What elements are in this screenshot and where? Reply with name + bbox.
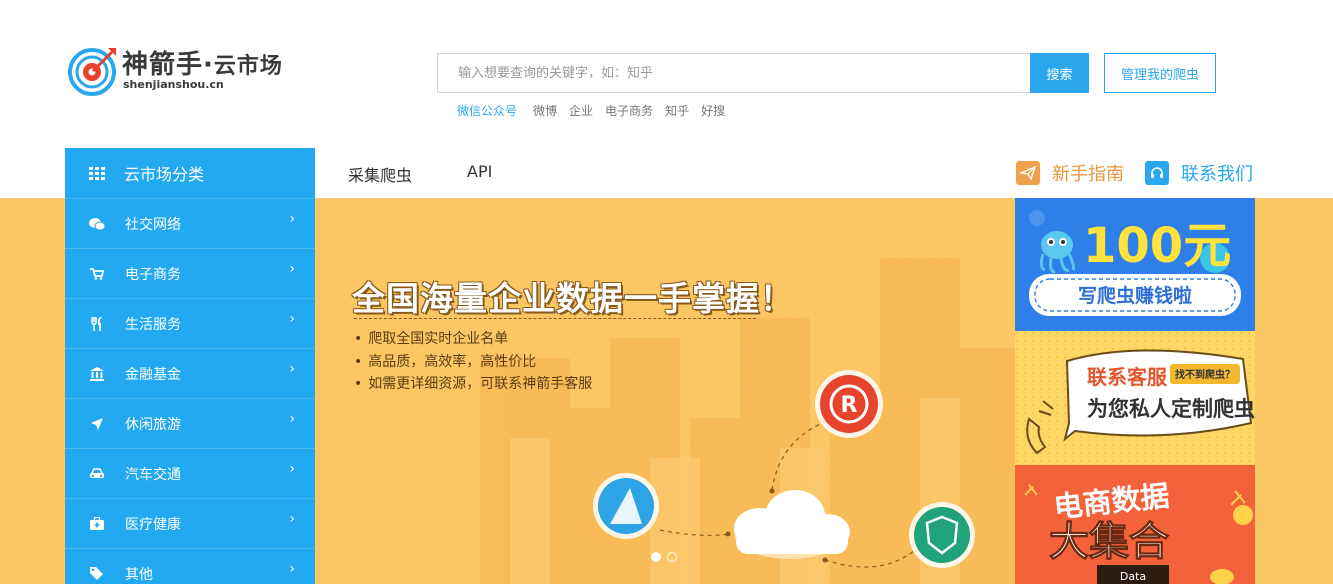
sidebar-item-label: 休闲旅游 <box>125 416 181 433</box>
chevron-right-icon: › <box>289 211 295 227</box>
banner-bullets: 爬取全国实时企业名单 高品质，高效率，高性价比 如需更详细资源，可联系神箭手客服 <box>354 328 592 396</box>
sidebar-item-other[interactable]: 其他 › <box>65 548 315 584</box>
sidebar-item-label: 生活服务 <box>125 316 181 333</box>
headset-icon <box>1145 161 1169 185</box>
page: 神箭手·云市场 shenjianshou.cn 搜索 管理我的爬虫 微信公众号 … <box>0 0 1333 584</box>
ad1-tagline: 写爬虫赚钱啦 <box>1078 284 1192 307</box>
chevron-right-icon: › <box>289 511 295 527</box>
sidebar-item-health[interactable]: 医疗健康 › <box>65 498 315 548</box>
manage-crawlers-button[interactable]: 管理我的爬虫 <box>1104 53 1216 93</box>
sidebar-item-label: 电子商务 <box>125 266 181 283</box>
ad-custom-crawler[interactable]: 联系客服 找不到爬虫？ 为您私人定制爬虫 <box>1015 331 1255 465</box>
carousel-dot-active[interactable] <box>651 552 661 562</box>
sidebar-item-label: 汽车交通 <box>125 466 181 483</box>
bank-icon <box>89 366 105 382</box>
search-box <box>437 53 1031 93</box>
hot-word-link[interactable]: 知乎 <box>665 102 689 119</box>
sidebar-item-auto[interactable]: 汽车交通 › <box>65 448 315 498</box>
sidebar-item-social[interactable]: 社交网络 › <box>65 198 315 248</box>
ad3-line2: 大集合 <box>1049 519 1169 565</box>
ad-write-crawler-art: 100元 写爬虫赚钱啦 <box>1029 210 1241 316</box>
brand-dot: · <box>203 50 214 80</box>
sidebar-item-label: 社交网络 <box>125 216 181 233</box>
car-icon <box>89 466 105 482</box>
chevron-right-icon: › <box>289 461 295 477</box>
chevron-right-icon: › <box>289 361 295 377</box>
banner-bullet: 如需更详细资源，可联系神箭手客服 <box>354 373 592 396</box>
ad1-amount: 100元 <box>1083 218 1231 274</box>
logo-title: 神箭手·云市场 <box>122 44 283 81</box>
banner-bullet: 爬取全国实时企业名单 <box>354 328 592 351</box>
carousel-dots <box>651 552 677 562</box>
search-input[interactable] <box>438 54 1030 92</box>
ad2-line2: 为您私人定制爬虫 <box>1087 397 1255 421</box>
banner-title: 全国海量企业数据一手掌握！ <box>352 279 794 318</box>
sidebar-item-travel[interactable]: 休闲旅游 › <box>65 398 315 448</box>
sidebar-item-label: 医疗健康 <box>125 516 181 533</box>
sidebar-item-finance[interactable]: 金融基金 › <box>65 348 315 398</box>
logo[interactable]: 神箭手·云市场 shenjianshou.cn <box>68 42 308 98</box>
ad-custom-crawler-art: 联系客服 找不到爬虫？ 为您私人定制爬虫 <box>1015 331 1255 465</box>
hot-word-link[interactable]: 微信公众号 <box>457 102 517 119</box>
guide-link[interactable]: 新手指南 <box>1016 160 1124 186</box>
carousel-dot[interactable] <box>667 552 677 562</box>
chevron-right-icon: › <box>289 261 295 277</box>
search-button[interactable]: 搜索 <box>1030 53 1089 93</box>
hot-word-link[interactable]: 微博 <box>533 102 557 119</box>
hot-word-link[interactable]: 电子商务 <box>605 102 653 119</box>
sidebar-item-life-services[interactable]: 生活服务 › <box>65 298 315 348</box>
cart-icon <box>89 266 105 282</box>
chevron-right-icon: › <box>289 311 295 327</box>
hot-words: 微信公众号 微博 企业 电子商务 知乎 好搜 <box>457 102 737 119</box>
category-header[interactable]: 云市场分类 <box>65 148 315 198</box>
plane-icon <box>89 416 105 432</box>
contact-link[interactable]: 联系我们 <box>1145 160 1253 186</box>
ad-ecommerce-data[interactable]: 电商数据 大集合 Data <box>1015 465 1255 584</box>
svg-text:R: R <box>841 393 858 418</box>
ad-ecommerce-data-art: 电商数据 大集合 Data <box>1024 479 1253 584</box>
sidebar-item-label: 其他 <box>125 566 153 583</box>
hot-word-link[interactable]: 好搜 <box>701 102 725 119</box>
chevron-right-icon: › <box>289 411 295 427</box>
brand-domain: shenjianshou.cn <box>123 78 224 91</box>
banner-bullet: 高品质，高效率，高性价比 <box>354 351 592 374</box>
tab-api[interactable]: API <box>467 162 492 181</box>
guide-label: 新手指南 <box>1052 164 1124 185</box>
category-sidebar: 社交网络 › 电子商务 › 生活服务 › 金融基金 › 休闲旅游 › 汽车交通 … <box>65 198 315 584</box>
medkit-icon <box>89 516 105 532</box>
paper-plane-icon <box>1016 161 1040 185</box>
tags-icon <box>89 566 105 582</box>
brand-name: 神箭手 <box>122 50 204 80</box>
ad-write-crawler[interactable]: 100元 写爬虫赚钱啦 <box>1015 198 1255 331</box>
sidebar-item-ecommerce[interactable]: 电子商务 › <box>65 248 315 298</box>
contact-label: 联系我们 <box>1181 164 1253 185</box>
brand-suffix: 云市场 <box>213 54 283 79</box>
target-arrow-icon <box>68 48 116 96</box>
tab-crawlers[interactable]: 采集爬虫 <box>348 162 412 186</box>
chat-icon <box>89 216 105 232</box>
ad3-line1: 电商数据 <box>1052 479 1171 525</box>
hot-word-link[interactable]: 企业 <box>569 102 593 119</box>
cutlery-icon <box>89 316 105 332</box>
banner-title-underline <box>354 318 756 319</box>
category-header-label: 云市场分类 <box>124 165 205 184</box>
ad2-line1: 联系客服 <box>1087 365 1168 389</box>
ad2-tag: 找不到爬虫？ <box>1175 368 1235 381</box>
ad3-label: Data <box>1120 570 1146 583</box>
sidebar-item-label: 金融基金 <box>125 366 181 383</box>
grid-icon <box>89 166 106 180</box>
chevron-right-icon: › <box>289 561 295 577</box>
